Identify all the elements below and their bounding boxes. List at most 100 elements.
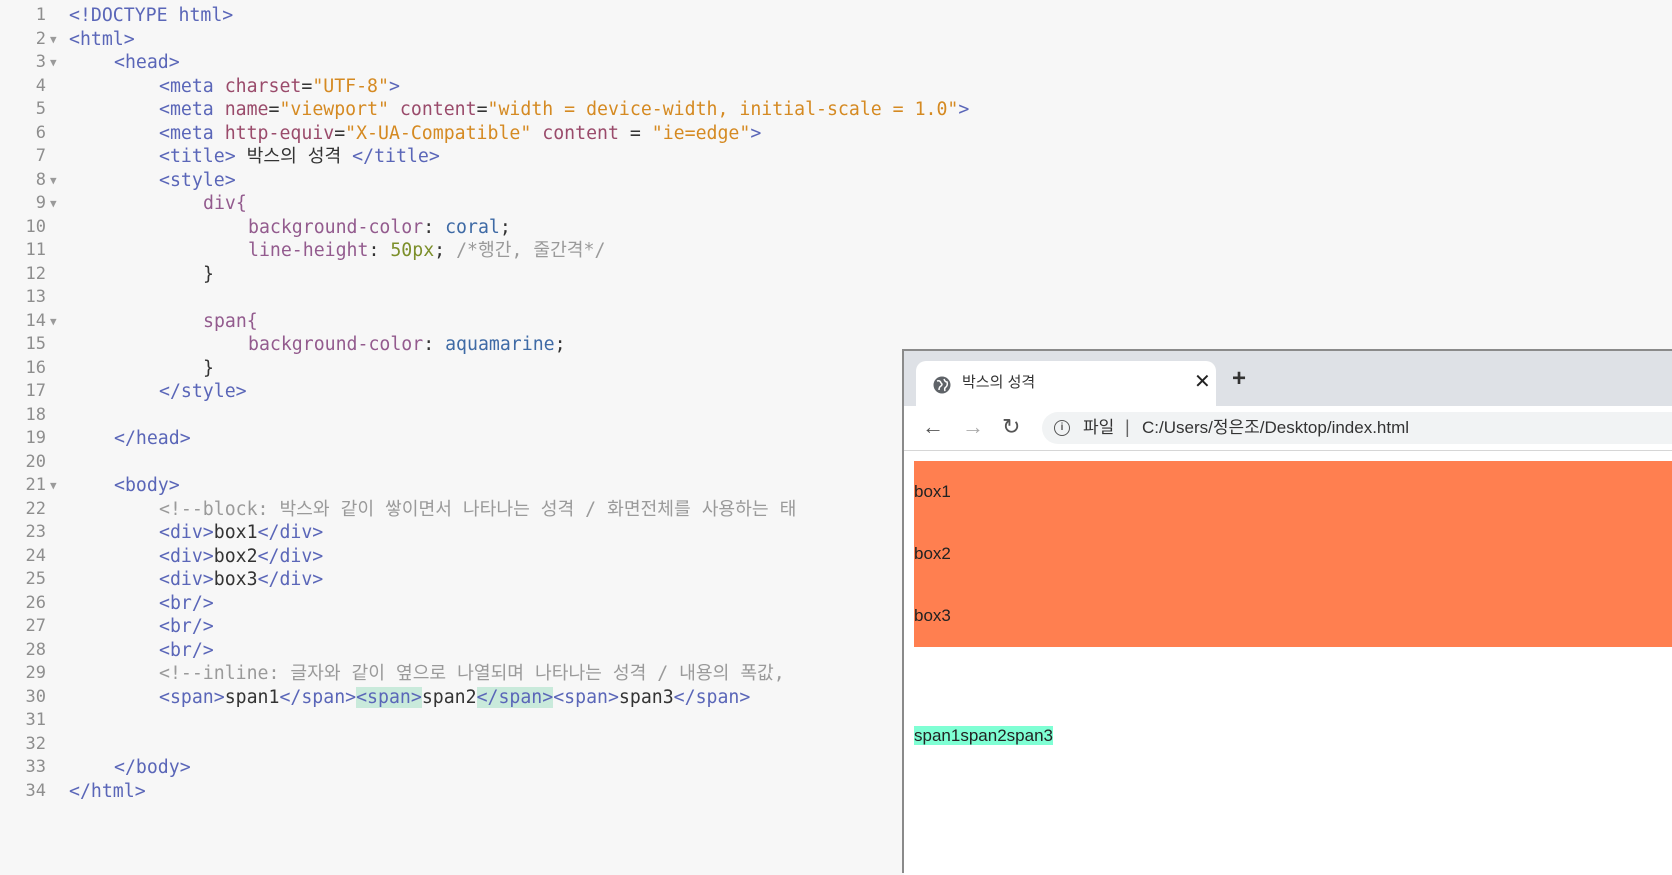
line-number: 2: [35, 29, 46, 49]
code-token: :: [423, 334, 446, 355]
code-token: line-height: [248, 240, 369, 261]
browser-tab[interactable]: 박스의 성격 ✕: [916, 361, 1216, 406]
code-line[interactable]: 2 ▼ <html>: [0, 27, 1672, 52]
code-token: :: [423, 217, 446, 238]
fold-arrow-icon[interactable]: ▼: [50, 168, 57, 193]
code-line[interactable]: 6 <meta http-equiv="X-UA-Compatible" con…: [0, 121, 1672, 146]
address-bar[interactable]: i 파일 | C:/Users/정은조/Desktop/index.html: [1042, 412, 1672, 444]
fold-arrow-icon[interactable]: ▼: [50, 191, 57, 216]
code-token: span2: [421, 687, 477, 708]
code-token: </style>: [159, 381, 247, 402]
new-tab-button[interactable]: +: [1232, 365, 1246, 393]
code-comment: /*행간, 줄간격*/: [445, 240, 606, 261]
code-token: <!DOCTYPE html>: [69, 5, 234, 26]
code-token: background-color: [248, 217, 424, 238]
fold-arrow-icon[interactable]: ▼: [50, 309, 57, 334]
code-token: >: [388, 76, 400, 97]
line-number: 26: [25, 593, 46, 613]
code-token: </head>: [114, 428, 191, 449]
code-token: <div>: [159, 522, 214, 543]
code-token: charset: [224, 76, 302, 97]
inline-span: span3: [1006, 726, 1053, 745]
close-tab-icon[interactable]: ✕: [1194, 370, 1211, 394]
code-line[interactable]: 5 <meta name="viewport" content="width =…: [0, 97, 1672, 122]
code-token: }: [203, 358, 214, 379]
code-token: box1: [213, 522, 258, 543]
line-number: 27: [25, 616, 46, 636]
code-token: <body>: [114, 475, 180, 496]
browser-window: 박스의 성격 ✕ + ← → ↻ i 파일 | C:/Users/정은조/Des…: [902, 349, 1672, 875]
code-line[interactable]: 4 <meta charset="UTF-8">: [0, 74, 1672, 99]
code-token: <head>: [114, 52, 180, 73]
line-number: 19: [25, 428, 46, 448]
code-token: <br/>: [159, 640, 214, 661]
code-line[interactable]: 12 }: [0, 262, 1672, 287]
code-line[interactable]: 7 <title> 박스의 성격 </title>: [0, 144, 1672, 169]
code-token: "UTF-8": [312, 76, 389, 97]
line-number: 6: [35, 123, 46, 143]
code-token: box3: [213, 569, 258, 590]
reload-icon[interactable]: ↻: [1002, 414, 1020, 440]
line-number: 5: [35, 99, 46, 119]
code-line[interactable]: 8 ▼ <style>: [0, 168, 1672, 193]
code-token: <span>: [159, 687, 225, 708]
code-token: </body>: [114, 757, 191, 778]
code-line[interactable]: 13: [0, 285, 1672, 310]
line-number: 32: [25, 734, 46, 754]
inline-span: span2: [960, 726, 1007, 745]
code-token: </div>: [257, 522, 324, 543]
tab-strip: 박스의 성격 ✕ +: [904, 351, 1672, 406]
code-comment: <!--inline: 글자와 같이 옆으로 나열되며 나타나는 성격 / 내용…: [159, 663, 785, 684]
code-line[interactable]: 9 ▼ div{: [0, 191, 1672, 216]
line-number: 25: [25, 569, 46, 589]
code-token: "width = device-width, initial-scale = 1…: [487, 99, 959, 120]
code-token: </html>: [69, 781, 146, 802]
code-token: http-equiv: [224, 123, 335, 144]
code-line[interactable]: 14 ▼ span{: [0, 309, 1672, 334]
line-number: 16: [25, 358, 46, 378]
code-token: <div>: [159, 569, 214, 590]
code-token: "ie=edge": [651, 123, 751, 144]
code-line[interactable]: 1 <!DOCTYPE html>: [0, 3, 1672, 28]
code-token: }: [203, 264, 214, 285]
line-number: 31: [25, 710, 46, 730]
code-token: ;: [434, 240, 446, 261]
fold-arrow-icon[interactable]: ▼: [50, 473, 57, 498]
line-number: 14: [25, 311, 46, 331]
info-icon[interactable]: i: [1054, 420, 1070, 436]
code-token: content: [399, 99, 477, 120]
code-token: name: [224, 99, 269, 120]
line-number: 15: [25, 334, 46, 354]
code-token: div{: [203, 193, 247, 214]
line-number: 22: [25, 499, 46, 519]
separator: |: [1125, 417, 1130, 437]
line-number: 28: [25, 640, 46, 660]
code-token: </span>: [279, 687, 357, 708]
line-number: 33: [25, 757, 46, 777]
box-div: box2: [914, 544, 951, 563]
code-token: ;: [499, 217, 511, 238]
code-token: =: [618, 123, 652, 144]
fold-arrow-icon[interactable]: ▼: [50, 27, 57, 52]
code-token: <span>: [553, 687, 619, 708]
code-token: span{: [203, 311, 258, 332]
code-token: :: [368, 240, 391, 261]
code-line[interactable]: 11 line-height: 50px; /*행간, 줄간격*/: [0, 238, 1672, 263]
forward-arrow-icon[interactable]: →: [962, 414, 984, 440]
code-line[interactable]: 10 background-color: coral;: [0, 215, 1672, 240]
box-div: box3: [914, 606, 951, 625]
url-text[interactable]: C:/Users/정은조/Desktop/index.html: [1142, 418, 1409, 438]
code-token: <meta: [159, 123, 225, 144]
code-token: <style>: [159, 170, 236, 191]
code-token: =: [268, 99, 280, 120]
code-token: <html>: [69, 29, 135, 50]
line-number: 12: [25, 264, 46, 284]
line-number: 24: [25, 546, 46, 566]
bracket-match-highlight: </span>: [476, 687, 554, 708]
back-arrow-icon[interactable]: ←: [922, 414, 944, 440]
fold-arrow-icon[interactable]: ▼: [50, 50, 57, 75]
code-token: =: [476, 99, 488, 120]
code-line[interactable]: 3 ▼ <head>: [0, 50, 1672, 75]
code-token: >: [750, 123, 762, 144]
